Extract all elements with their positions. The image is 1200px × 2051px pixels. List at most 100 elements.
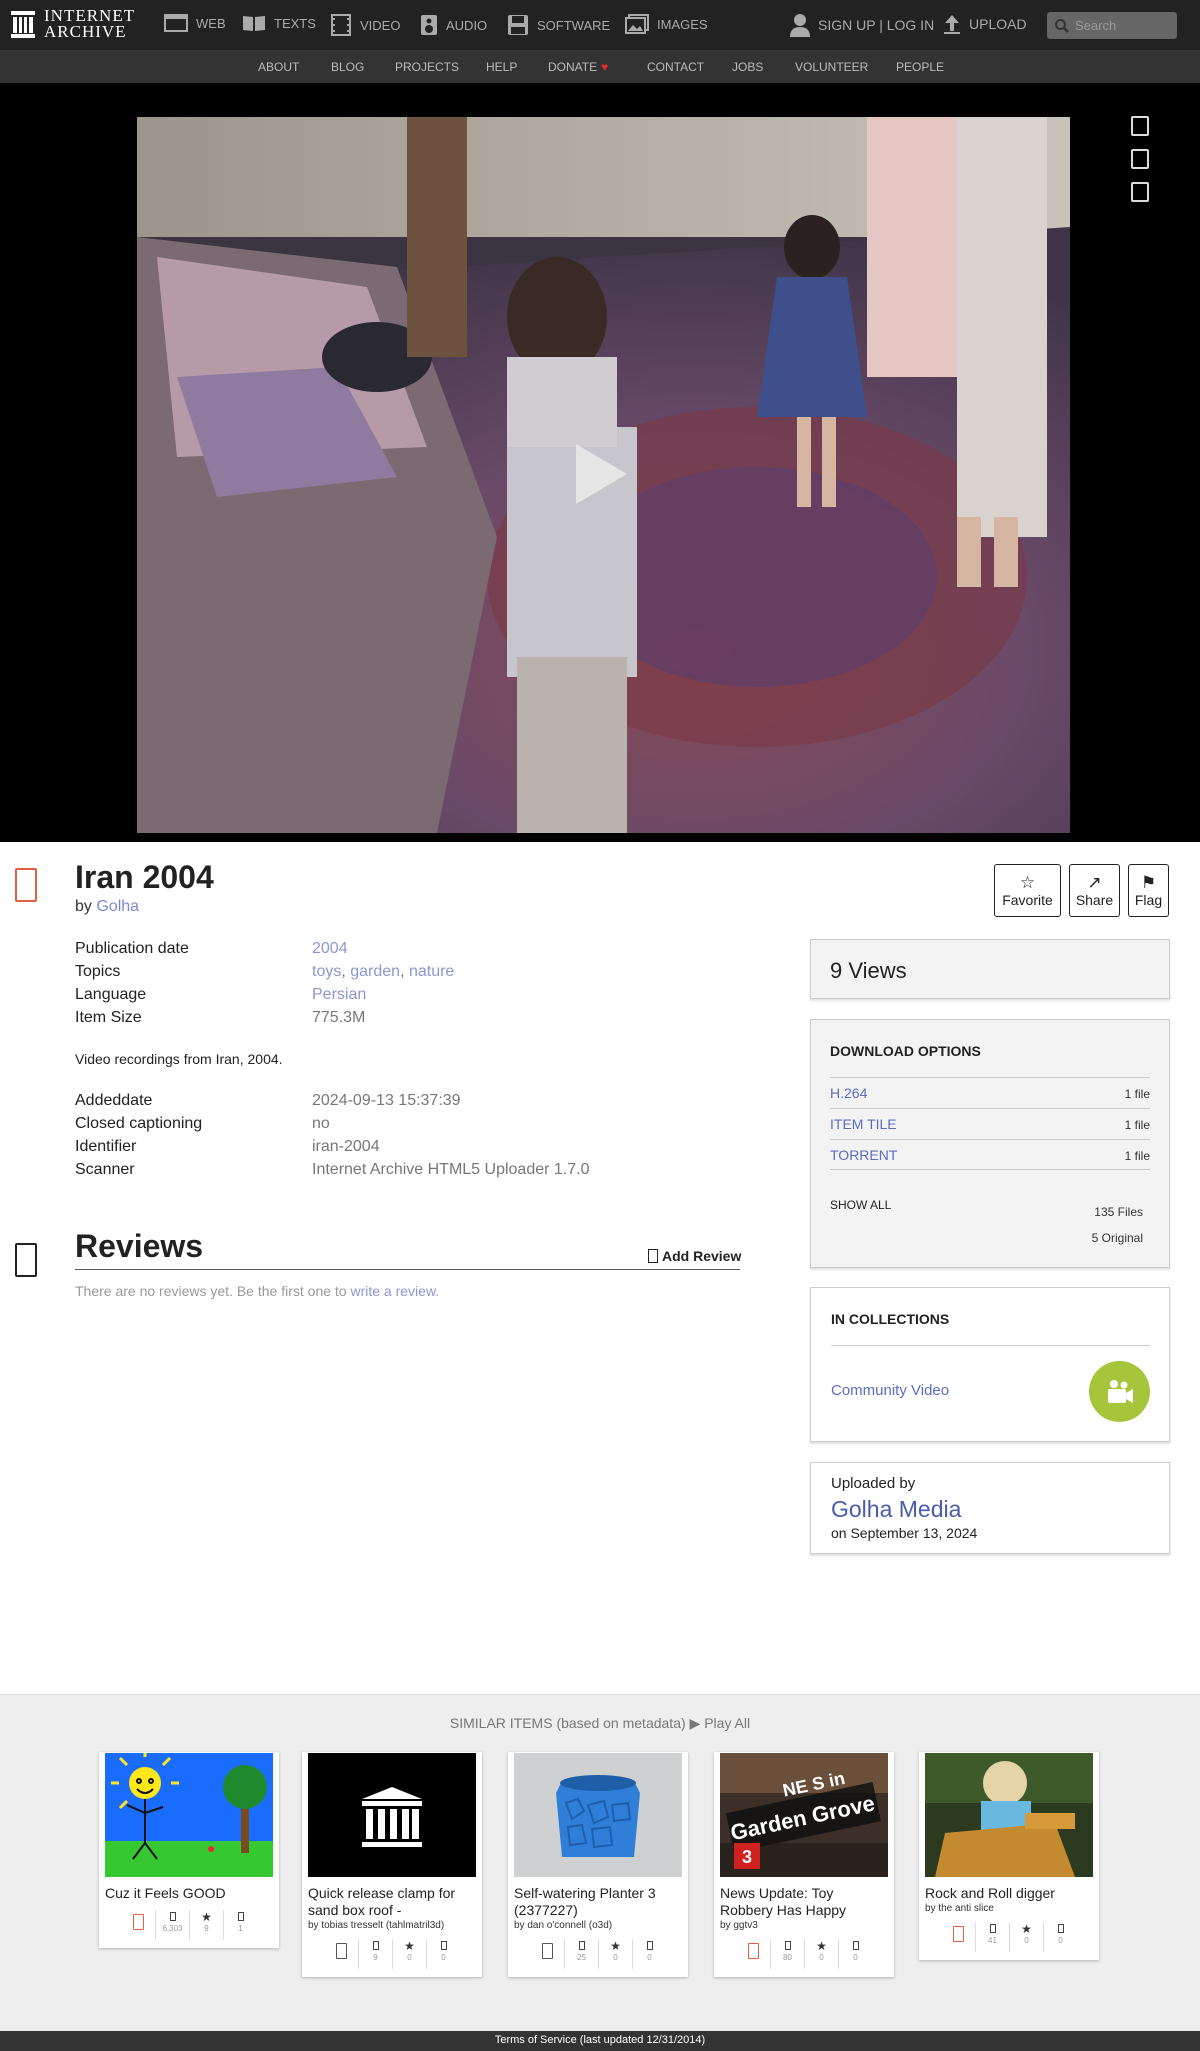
search-box[interactable] <box>1047 12 1177 39</box>
tile-reviews: 1 <box>223 1910 257 1940</box>
nav-texts[interactable]: TEXTS <box>242 14 316 32</box>
item-byline: by Golha <box>75 898 139 916</box>
planter-render <box>514 1753 682 1877</box>
upload-date: on September 13, 2024 <box>831 1525 978 1541</box>
nav-texts-label: TEXTS <box>274 15 316 31</box>
flag-button[interactable]: ⚑ Flag <box>1128 864 1169 917</box>
meta-value-language: Persian <box>312 986 366 1004</box>
item-description: Video recordings from Iran, 2004. <box>75 1051 283 1067</box>
subnav-donate[interactable]: DONATE ♥ <box>548 60 608 74</box>
uploader-link[interactable]: Golha Media <box>831 1496 961 1523</box>
play-all-button[interactable]: ▶ Play All <box>690 1715 751 1731</box>
nav-audio[interactable]: AUDIO <box>420 14 487 36</box>
collections-heading: IN COLLECTIONS <box>831 1311 950 1327</box>
video-camera-people-icon <box>1107 1379 1133 1403</box>
download-row-torrent[interactable]: TORRENT 1 file <box>830 1139 1150 1170</box>
subnav-volunteer[interactable]: VOLUNTEER <box>795 60 868 74</box>
fullscreen-icon[interactable] <box>1131 182 1149 202</box>
tile-favorites-count: 0 <box>407 1953 412 1962</box>
nav-software[interactable]: SOFTWARE <box>507 14 610 36</box>
tile-reviews-count: 1 <box>238 1924 243 1933</box>
tile-title[interactable]: Quick release clamp for sand box roof - <box>308 1885 476 1919</box>
nav-software-label: SOFTWARE <box>537 17 611 33</box>
no-reviews-message: There are no reviews yet. Be the first o… <box>75 1283 347 1299</box>
video-theater <box>0 83 1200 842</box>
terms-of-service-link[interactable]: Terms of Service (last updated 12/31/201… <box>495 2034 705 2046</box>
video-player[interactable] <box>137 117 1070 833</box>
video-mediatype-icon <box>747 1943 759 1959</box>
download-format-link[interactable]: TORRENT <box>830 1147 897 1163</box>
creator-link[interactable]: Golha <box>96 898 139 915</box>
tile-reviews: 0 <box>632 1939 666 1969</box>
subnav-blog[interactable]: BLOG <box>331 60 364 74</box>
download-format-link[interactable]: ITEM TILE <box>830 1116 897 1132</box>
video-still-image <box>137 117 1070 833</box>
nav-web[interactable]: WEB <box>164 14 226 32</box>
community-video-badge[interactable] <box>1089 1361 1150 1422</box>
favorite-label: Favorite <box>1002 891 1053 908</box>
similar-item-tile[interactable]: Cuz it Feels GOOD 6,303 ★ 9 1 <box>99 1752 279 1948</box>
show-all-link[interactable]: SHOW ALL <box>830 1198 891 1212</box>
subnav-jobs[interactable]: JOBS <box>732 60 763 74</box>
tile-stats: 80 ★ 0 0 <box>714 1939 894 1969</box>
tile-title[interactable]: Self-watering Planter 3 (2377227) <box>514 1885 682 1919</box>
pencil-icon <box>648 1249 658 1263</box>
topic-link[interactable]: garden <box>350 963 400 980</box>
nav-video-label: VIDEO <box>360 17 401 33</box>
subnav-contact[interactable]: CONTACT <box>647 60 704 74</box>
theater-mode-icon[interactable] <box>1131 116 1149 136</box>
tile-type <box>736 1939 770 1969</box>
upload-button[interactable]: UPLOAD <box>943 13 1027 35</box>
tile-reviews-count: 0 <box>1058 1936 1063 1945</box>
no-reviews-period: . <box>435 1283 440 1299</box>
similar-item-tile[interactable]: Self-watering Planter 3 (2377227) by dan… <box>508 1752 688 1977</box>
share-button[interactable]: ↗ Share <box>1069 864 1120 917</box>
search-input[interactable] <box>1075 18 1170 33</box>
language-link[interactable]: Persian <box>312 986 366 1003</box>
collection-link[interactable]: Community Video <box>831 1382 949 1399</box>
play-all-icon: ▶ <box>689 1715 701 1731</box>
similar-item-tile[interactable]: Quick release clamp for sand box roof - … <box>302 1752 482 1977</box>
star-icon: ☆ <box>1019 872 1036 892</box>
star-icon: ★ <box>816 1939 827 1953</box>
nav-video[interactable]: VIDEO <box>330 14 400 36</box>
tile-stats: 9 ★ 0 0 <box>302 1939 482 1969</box>
favorite-button[interactable]: ☆ Favorite <box>994 864 1061 917</box>
tile-favorites-count: 0 <box>819 1953 824 1962</box>
add-review-button[interactable]: Add Review <box>648 1248 741 1264</box>
tile-creator: by dan o'connell (o3d) <box>514 1920 613 1931</box>
tile-title[interactable]: Cuz it Feels GOOD <box>105 1885 273 1902</box>
subnav-help[interactable]: HELP <box>486 60 517 74</box>
tile-views-count: 25 <box>577 1953 586 1962</box>
similar-heading-text: SIMILAR ITEMS (based on metadata) <box>449 1715 686 1731</box>
tile-thumbnail <box>925 1753 1093 1877</box>
embed-icon[interactable] <box>1131 149 1149 169</box>
tile-thumbnail <box>514 1753 682 1877</box>
download-row-h264[interactable]: H.264 1 file <box>830 1077 1150 1108</box>
upload-icon <box>944 15 960 34</box>
sign-up-log-in[interactable]: SIGN UP | LOG IN <box>790 13 934 37</box>
subnav-projects[interactable]: PROJECTS <box>395 60 459 74</box>
subnav-about[interactable]: ABOUT <box>258 60 299 74</box>
download-options-heading: DOWNLOAD OPTIONS <box>830 1043 981 1059</box>
internet-archive-logo[interactable]: INTERNET ARCHIVE <box>10 7 135 40</box>
download-row-item-tile[interactable]: ITEM TILE 1 file <box>830 1108 1150 1139</box>
tile-title[interactable]: Rock and Roll digger <box>925 1885 1093 1902</box>
nav-images[interactable]: IMAGES <box>625 14 708 34</box>
similar-items-heading: SIMILAR ITEMS (based on metadata) ▶ Play… <box>0 1715 1200 1732</box>
write-review-link[interactable]: write a review <box>350 1283 435 1299</box>
publication-date-link[interactable]: 2004 <box>312 940 348 957</box>
similar-item-tile[interactable]: Garden Grove NE S in 3 News Update: Toy … <box>714 1752 894 1977</box>
topic-link[interactable]: toys <box>312 963 341 980</box>
topic-link[interactable]: nature <box>409 963 454 980</box>
similar-item-tile[interactable]: Rock and Roll digger by the anti slice 4… <box>919 1752 1099 1960</box>
review-icon <box>1057 1922 1064 1936</box>
subnav-people[interactable]: PEOPLE <box>896 60 944 74</box>
download-format-link[interactable]: H.264 <box>830 1085 867 1101</box>
film-icon <box>331 14 351 36</box>
tile-views-count: 80 <box>783 1953 792 1962</box>
download-file-count: 1 file <box>1124 1118 1150 1132</box>
tile-title[interactable]: News Update: Toy Robbery Has Happy <box>720 1885 888 1919</box>
star-icon: ★ <box>610 1939 621 1953</box>
footer: Terms of Service (last updated 12/31/201… <box>0 2031 1200 2051</box>
